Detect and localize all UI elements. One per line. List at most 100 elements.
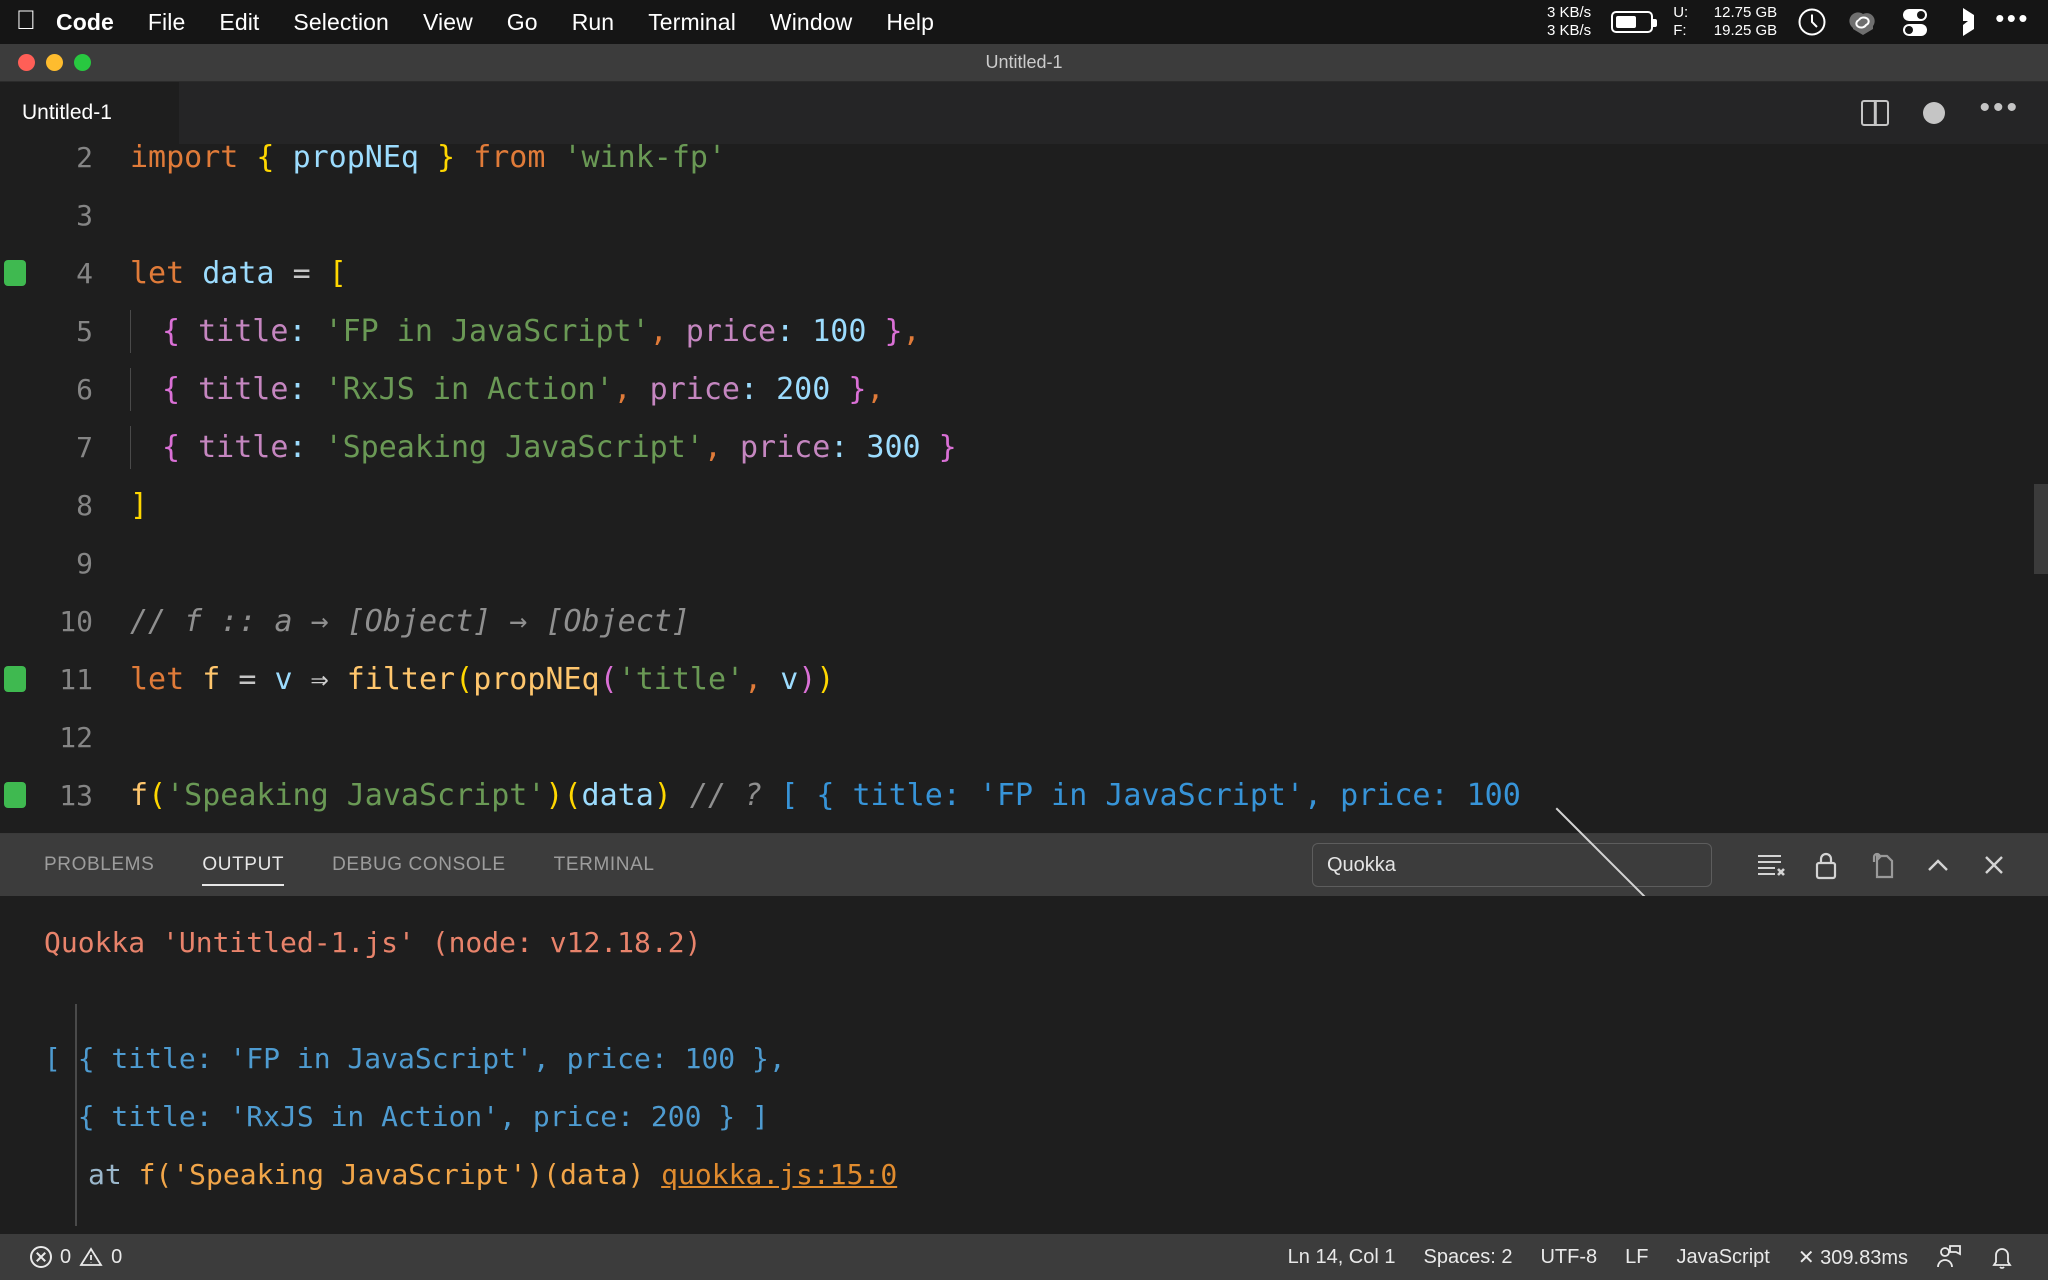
split-editor-icon[interactable] — [1861, 100, 1890, 126]
diamond-icon[interactable] — [1951, 7, 1975, 37]
clear-output-icon[interactable] — [1742, 843, 1798, 887]
menu-item-terminal[interactable]: Terminal — [631, 9, 753, 36]
code-line-8: 8 ] — [0, 476, 2048, 534]
menu-item-file[interactable]: File — [131, 9, 202, 36]
menu-item-edit[interactable]: Edit — [202, 9, 276, 36]
network-download-speed: 3 KB/s — [1547, 22, 1592, 39]
app-root:  Code File Edit Selection View Go Run T… — [0, 0, 2048, 1280]
token-price-value: 200 — [776, 371, 831, 407]
tab-label: PROBLEMS — [44, 854, 155, 875]
collapse-panel-icon[interactable] — [1910, 843, 1966, 887]
status-problems[interactable]: 0 0 — [16, 1246, 136, 1269]
network-speed-indicator[interactable]: 3 KB/s 3 KB/s — [1547, 4, 1591, 40]
menu-item-code[interactable]: Code — [52, 9, 131, 36]
token-paren: ( — [599, 661, 618, 697]
token-title-value: 'FP in JavaScript' — [324, 313, 650, 349]
tab-problems[interactable]: PROBLEMS — [44, 834, 178, 896]
window-title: Untitled-1 — [985, 52, 1063, 72]
battery-icon[interactable] — [1611, 11, 1658, 33]
cloud-sync-icon[interactable] — [1847, 8, 1879, 36]
output-panel-body[interactable]: Quokka 'Untitled-1.js' (node: v12.18.2) … — [0, 896, 2048, 1234]
window-titlebar: Untitled-1 — [0, 44, 2048, 82]
token-colon: : — [288, 371, 325, 407]
code-line-5: 5 { title: 'FP in JavaScript', price: 10… — [0, 302, 2048, 360]
code-line-13: 13 f('Speaking JavaScript')(data) // ? [… — [0, 766, 2048, 824]
menu-item-view[interactable]: View — [406, 9, 490, 36]
token-from: from — [473, 144, 546, 175]
token-f-call: f — [130, 777, 149, 813]
menu-item-selection[interactable]: Selection — [276, 9, 406, 36]
output-channel-select[interactable]: Quokka — [1312, 797, 1712, 922]
token-module-path: 'wink-fp' — [545, 144, 727, 175]
feedback-person-icon[interactable] — [1922, 1244, 1976, 1270]
status-language-mode[interactable]: JavaScript — [1662, 1246, 1783, 1269]
close-panel-icon[interactable] — [1966, 843, 2022, 887]
menu-item-go[interactable]: Go — [490, 9, 555, 36]
tab-terminal[interactable]: TERMINAL — [530, 834, 679, 896]
token-key-title: title — [198, 313, 289, 349]
lock-scroll-icon[interactable] — [1798, 843, 1854, 887]
unsaved-dot-icon[interactable] — [1923, 102, 1946, 124]
vscode-window: Untitled-1 Untitled-1 ••• 2 import { pro… — [0, 44, 2048, 1280]
token-key-price: price — [739, 429, 831, 465]
bell-icon[interactable] — [1976, 1244, 2028, 1270]
status-eol[interactable]: LF — [1611, 1246, 1662, 1269]
token-let: let — [130, 255, 185, 291]
line-number: 7 — [76, 430, 93, 464]
macos-menu-bar:  Code File Edit Selection View Go Run T… — [0, 0, 2048, 44]
line-content: { title: 'Speaking JavaScript', price: 3… — [115, 425, 2048, 469]
token-type-signature-comment: // f :: a → [Object] → [Object] — [130, 603, 690, 639]
token-obj-open: { — [162, 429, 199, 465]
disk-usage-indicator[interactable]: U: F: 12.75 GB 19.25 GB — [1673, 4, 1777, 40]
toggles-icon[interactable] — [1899, 7, 1931, 37]
token-let: let — [130, 661, 185, 697]
line-number: 6 — [76, 372, 93, 406]
more-actions-icon[interactable]: ••• — [1979, 93, 2020, 124]
token-colon: : — [288, 429, 325, 465]
line-content: f('Speaking JavaScript')(data) // ? [ { … — [115, 778, 2048, 813]
editor-tab-untitled-1[interactable]: Untitled-1 — [0, 82, 180, 144]
menu-overflow-icon[interactable]: ••• — [1995, 5, 2030, 31]
menu-item-window[interactable]: Window — [753, 9, 869, 36]
token-arrow: ⇒ — [310, 661, 347, 697]
token-key-title: title — [198, 371, 289, 407]
code-line-4: 4 let data = [ — [0, 244, 2048, 302]
line-content: import { propNEq } from 'wink-fp' — [115, 144, 2048, 175]
open-in-editor-icon[interactable] — [1854, 843, 1910, 887]
menu-item-run[interactable]: Run — [555, 9, 632, 36]
token-obj-open: { — [162, 371, 199, 407]
menu-item-help[interactable]: Help — [869, 9, 951, 36]
tab-debug-console[interactable]: DEBUG CONSOLE — [308, 834, 530, 896]
token-comma: , — [866, 371, 885, 407]
tab-output[interactable]: OUTPUT — [178, 834, 308, 896]
editor-scrollbar[interactable] — [2034, 484, 2048, 574]
line-number: 4 — [76, 256, 93, 290]
quokka-green-square — [4, 260, 26, 286]
code-editor[interactable]: 2 import { propNEq } from 'wink-fp' 3 4 … — [0, 144, 2048, 833]
status-encoding[interactable]: UTF-8 — [1526, 1246, 1611, 1269]
line-number: 3 — [76, 198, 93, 232]
code-line-12: 12 — [0, 708, 2048, 766]
warning-icon — [79, 1247, 103, 1266]
token-key-price: price — [649, 371, 740, 407]
token-array-close: ] — [130, 487, 149, 523]
warning-count: 0 — [111, 1245, 123, 1268]
status-cursor-position[interactable]: Ln 14, Col 1 — [1274, 1246, 1410, 1269]
status-indentation[interactable]: Spaces: 2 — [1410, 1246, 1527, 1269]
code-line-11: 11 let f = v ⇒ filter(propNEq('title', v… — [0, 650, 2048, 708]
output-source-link[interactable]: quokka.js:15:0 — [661, 1158, 897, 1191]
menu-bar-status-items: 3 KB/s 3 KB/s U: F: 12.75 GB 19.25 GB ••… — [1547, 4, 2036, 40]
token-obj-close: } — [920, 429, 957, 465]
quokka-green-square — [4, 666, 26, 692]
apple-logo-icon[interactable]:  — [0, 6, 52, 38]
line-number: 5 — [76, 314, 93, 348]
disk-used-label: U: — [1673, 4, 1689, 21]
token-key-price: price — [685, 313, 777, 349]
token-equals: = — [238, 661, 275, 697]
token-arg-v: v — [780, 661, 799, 697]
token-obj-open: { — [162, 313, 199, 349]
token-import: import — [130, 144, 239, 175]
status-quokka-timing[interactable]: ✕ 309.83ms — [1784, 1245, 1922, 1270]
output-at-keyword: at — [88, 1158, 139, 1191]
clock-icon[interactable] — [1797, 7, 1827, 37]
